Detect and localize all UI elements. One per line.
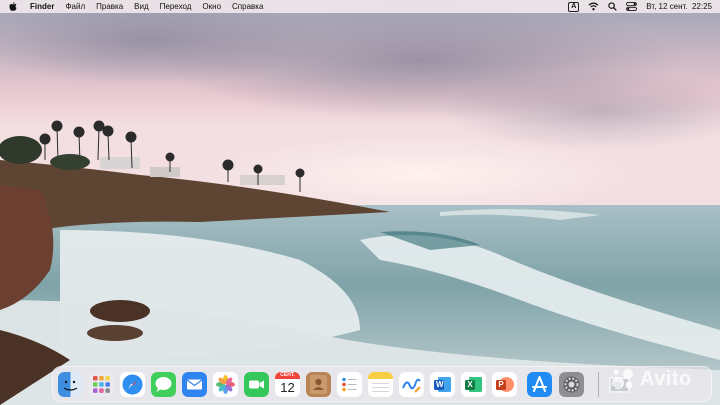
menu-bar: Finder Файл Правка Вид Переход Окно Спра… xyxy=(0,0,720,13)
freeform-icon[interactable] xyxy=(399,372,424,397)
reminders-icon[interactable] xyxy=(337,372,362,397)
calendar-icon[interactable]: СЕНТ. 12 xyxy=(275,372,300,397)
spotlight-search-icon[interactable] xyxy=(608,2,617,11)
avito-watermark: Avito xyxy=(610,367,710,391)
calendar-day-label: 12 xyxy=(280,380,295,395)
avito-logo-icon xyxy=(612,369,633,389)
system-settings-icon[interactable] xyxy=(559,372,584,397)
excel-icon[interactable]: X xyxy=(461,372,486,397)
powerpoint-letter: P xyxy=(498,380,504,389)
control-center-icon[interactable] xyxy=(626,2,638,11)
menu-view[interactable]: Вид xyxy=(134,0,148,13)
avito-watermark-text: Avito xyxy=(640,367,692,390)
menu-help[interactable]: Справка xyxy=(232,0,263,13)
menu-edit[interactable]: Правка xyxy=(96,0,123,13)
word-icon[interactable]: W xyxy=(430,372,455,397)
menu-window[interactable]: Окно xyxy=(202,0,221,13)
mail-icon[interactable] xyxy=(182,372,207,397)
excel-letter: X xyxy=(467,380,473,389)
facetime-icon[interactable] xyxy=(244,372,269,397)
desktop-wallpaper xyxy=(0,0,720,405)
messages-icon[interactable] xyxy=(151,372,176,397)
dock-separator xyxy=(598,372,599,397)
notes-icon[interactable] xyxy=(368,372,393,397)
launchpad-icon[interactable] xyxy=(89,372,114,397)
finder-icon[interactable] xyxy=(58,372,83,397)
wifi-icon[interactable] xyxy=(588,2,599,11)
app-store-icon[interactable] xyxy=(527,372,552,397)
contacts-icon[interactable] xyxy=(306,372,331,397)
word-letter: W xyxy=(436,380,444,389)
input-source-indicator[interactable]: A xyxy=(568,1,580,12)
safari-icon[interactable] xyxy=(120,372,145,397)
menu-clock[interactable]: Вт, 12 сент. 22:25 xyxy=(646,2,712,11)
apple-menu-icon[interactable] xyxy=(9,2,17,11)
menu-app-finder[interactable]: Finder xyxy=(30,0,54,13)
menu-go[interactable]: Переход xyxy=(160,0,192,13)
powerpoint-icon[interactable]: P xyxy=(492,372,517,397)
photos-icon[interactable] xyxy=(213,372,238,397)
menu-file[interactable]: Файл xyxy=(65,0,85,13)
calendar-month-label: СЕНТ. xyxy=(275,372,300,379)
